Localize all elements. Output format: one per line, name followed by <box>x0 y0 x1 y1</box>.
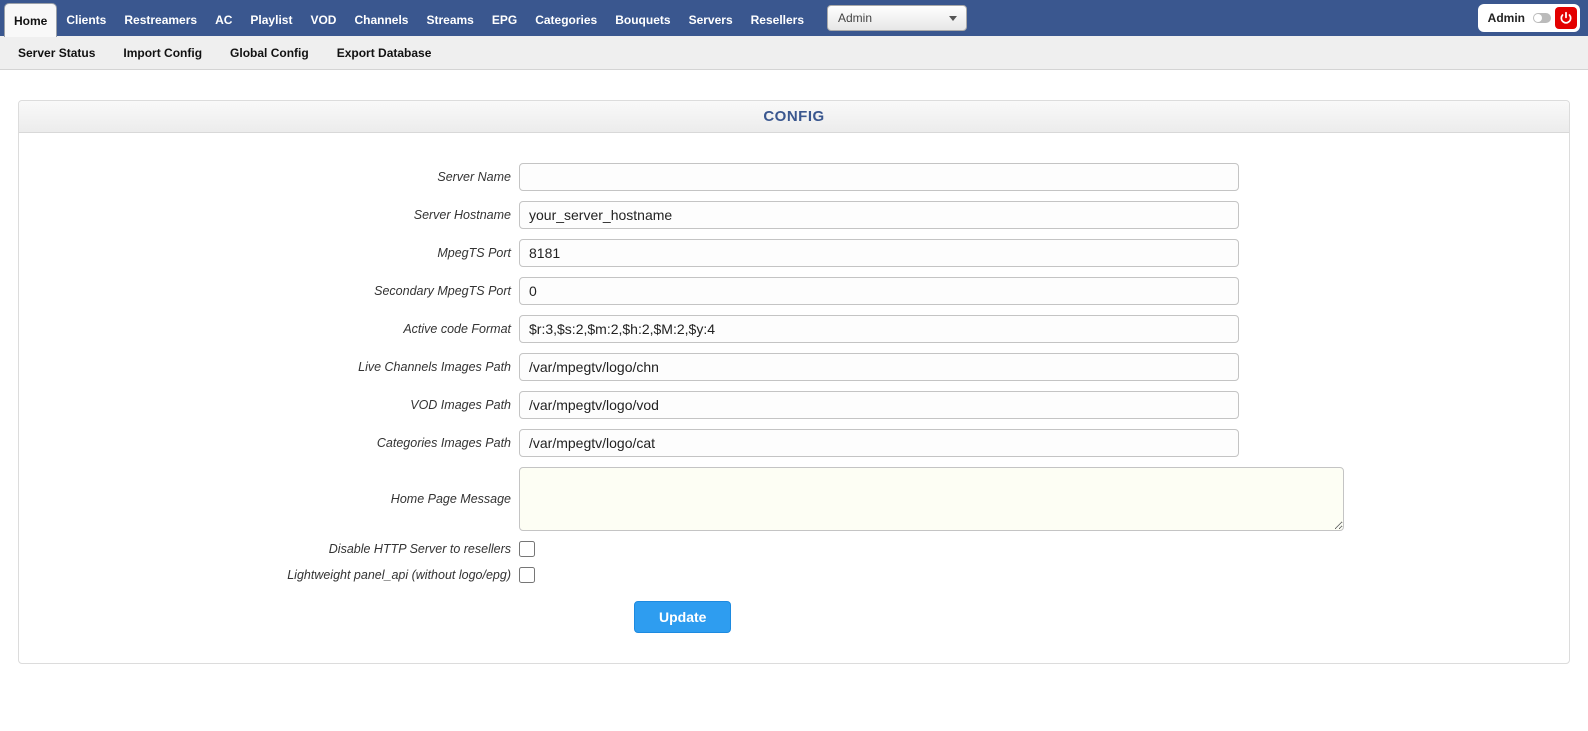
row-mpegts-port: MpegTS Port <box>59 239 1529 267</box>
nav-restreamers[interactable]: Restreamers <box>115 3 206 36</box>
input-secondary-mpegts-port[interactable] <box>519 277 1239 305</box>
row-home-page-message: Home Page Message <box>59 467 1529 531</box>
nav-servers[interactable]: Servers <box>680 3 742 36</box>
topnav: Home Clients Restreamers AC Playlist VOD… <box>4 0 813 36</box>
update-button[interactable]: Update <box>634 601 731 633</box>
page: CONFIG Server Name Server Hostname MpegT… <box>0 70 1588 682</box>
checkbox-lightweight-panel-api[interactable] <box>519 567 535 583</box>
label-home-page-message: Home Page Message <box>59 492 519 506</box>
row-disable-http-server: Disable HTTP Server to resellers <box>59 541 1529 557</box>
subnav-import-config[interactable]: Import Config <box>109 46 216 60</box>
label-lightweight-panel-api: Lightweight panel_api (without logo/epg) <box>59 568 519 582</box>
subnav-export-database[interactable]: Export Database <box>323 46 446 60</box>
nav-categories[interactable]: Categories <box>526 3 606 36</box>
panel-header: CONFIG <box>19 101 1569 133</box>
power-icon <box>1559 11 1573 25</box>
input-active-code-format[interactable] <box>519 315 1239 343</box>
button-row: Update <box>59 601 1529 633</box>
checkbox-disable-http-server[interactable] <box>519 541 535 557</box>
row-server-hostname: Server Hostname <box>59 201 1529 229</box>
input-server-name[interactable] <box>519 163 1239 191</box>
nav-streams[interactable]: Streams <box>417 3 482 36</box>
input-live-channels-images[interactable] <box>519 353 1239 381</box>
nav-channels[interactable]: Channels <box>345 3 417 36</box>
panel-title: CONFIG <box>763 108 824 125</box>
row-lightweight-panel-api: Lightweight panel_api (without logo/epg) <box>59 567 1529 583</box>
nav-resellers[interactable]: Resellers <box>742 3 813 36</box>
admin-dropdown-value: Admin <box>838 11 872 25</box>
label-mpegts-port: MpegTS Port <box>59 246 519 260</box>
row-secondary-mpegts-port: Secondary MpegTS Port <box>59 277 1529 305</box>
textarea-home-page-message[interactable] <box>519 467 1344 531</box>
nav-playlist[interactable]: Playlist <box>241 3 301 36</box>
subnav: Server Status Import Config Global Confi… <box>0 36 1588 70</box>
input-server-hostname[interactable] <box>519 201 1239 229</box>
input-mpegts-port[interactable] <box>519 239 1239 267</box>
config-panel: CONFIG Server Name Server Hostname MpegT… <box>18 100 1570 664</box>
topbar: Home Clients Restreamers AC Playlist VOD… <box>0 0 1588 36</box>
label-categories-images-path: Categories Images Path <box>59 436 519 450</box>
label-active-code-format: Active code Format <box>59 322 519 336</box>
row-live-channels-images: Live Channels Images Path <box>59 353 1529 381</box>
nav-bouquets[interactable]: Bouquets <box>606 3 679 36</box>
nav-clients[interactable]: Clients <box>57 3 115 36</box>
row-categories-images-path: Categories Images Path <box>59 429 1529 457</box>
label-secondary-mpegts-port: Secondary MpegTS Port <box>59 284 519 298</box>
label-server-hostname: Server Hostname <box>59 208 519 222</box>
label-live-channels-images: Live Channels Images Path <box>59 360 519 374</box>
nav-ac[interactable]: AC <box>206 3 241 36</box>
nav-vod[interactable]: VOD <box>301 3 345 36</box>
nav-home[interactable]: Home <box>4 3 57 37</box>
toggle-icon[interactable] <box>1533 13 1551 23</box>
input-vod-images-path[interactable] <box>519 391 1239 419</box>
admin-dropdown[interactable]: Admin <box>827 5 967 31</box>
row-active-code-format: Active code Format <box>59 315 1529 343</box>
label-vod-images-path: VOD Images Path <box>59 398 519 412</box>
topbar-right: Admin <box>1478 4 1580 32</box>
subnav-global-config[interactable]: Global Config <box>216 46 323 60</box>
row-vod-images-path: VOD Images Path <box>59 391 1529 419</box>
row-server-name: Server Name <box>59 163 1529 191</box>
power-button[interactable] <box>1555 7 1577 29</box>
user-label: Admin <box>1488 11 1525 25</box>
label-server-name: Server Name <box>59 170 519 184</box>
subnav-server-status[interactable]: Server Status <box>4 46 109 60</box>
nav-epg[interactable]: EPG <box>483 3 526 36</box>
label-disable-http-server: Disable HTTP Server to resellers <box>59 542 519 556</box>
panel-body: Server Name Server Hostname MpegTS Port … <box>19 133 1569 663</box>
input-categories-images-path[interactable] <box>519 429 1239 457</box>
